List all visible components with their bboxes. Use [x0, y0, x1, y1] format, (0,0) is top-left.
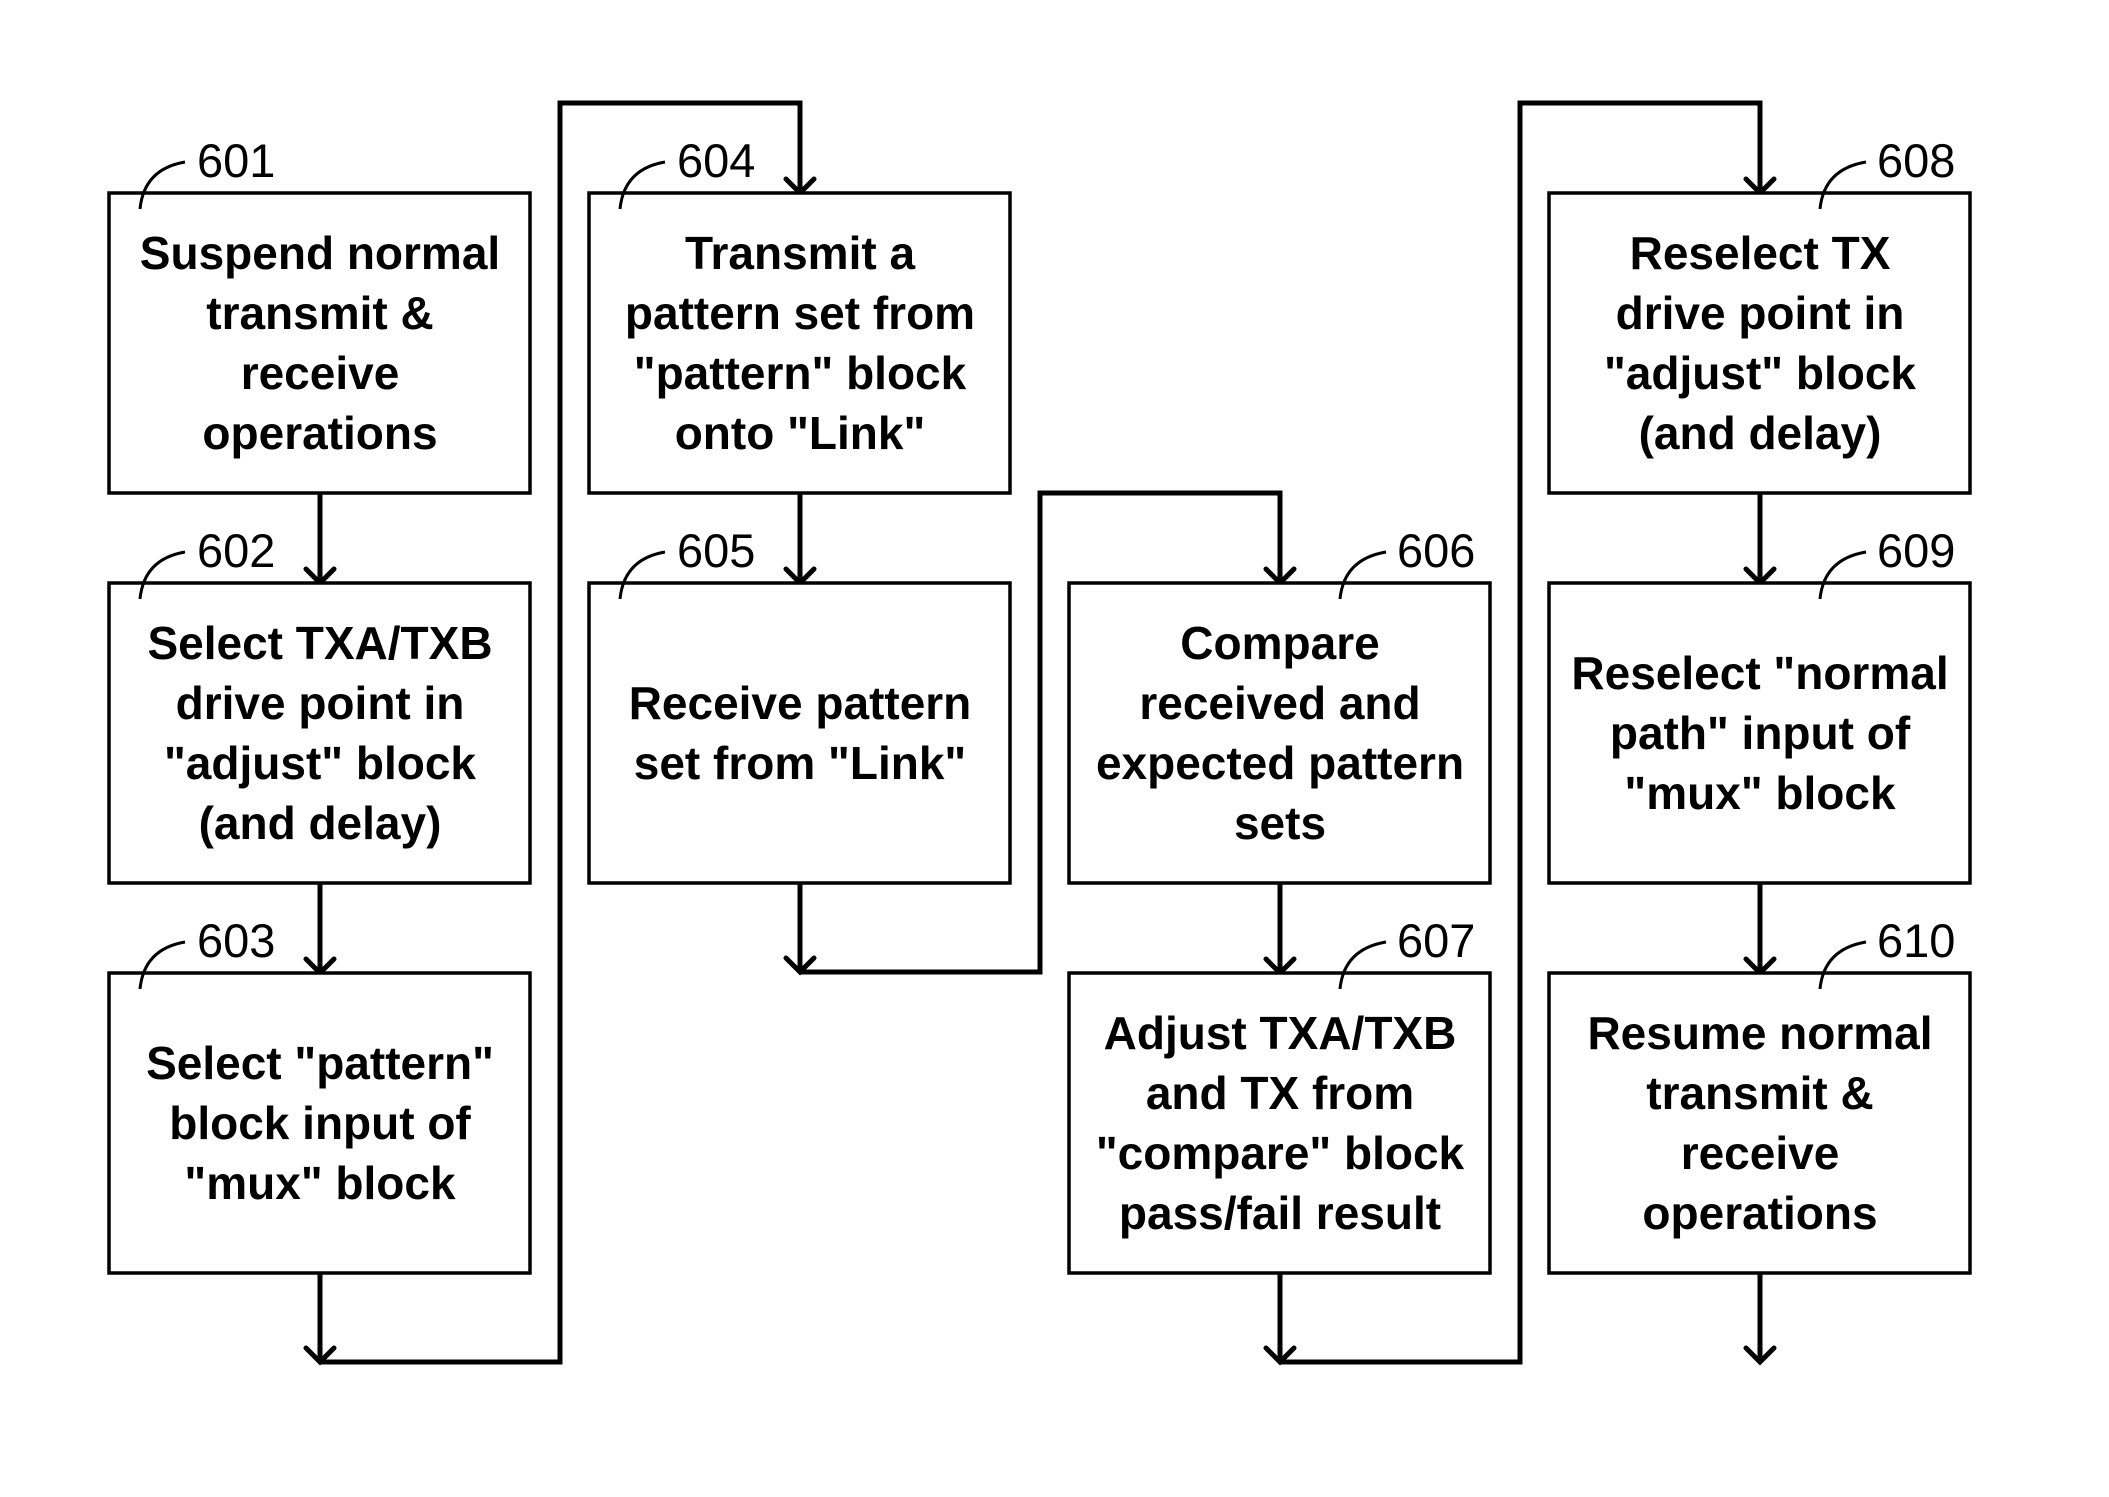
step-text-line: Select "pattern" — [146, 1037, 494, 1089]
step-text-line: (and delay) — [1639, 407, 1882, 459]
step-text-line: (and delay) — [199, 797, 442, 849]
step-text-line: pattern set from — [625, 287, 975, 339]
reference-numeral: 607 — [1397, 914, 1475, 967]
step-text-line: "pattern" block — [634, 347, 967, 399]
step-601: Suspend normal transmit & receive operation… — [107, 134, 532, 495]
step-text-line: "mux" block — [184, 1157, 456, 1209]
step-text-line: operations — [202, 407, 437, 459]
step-text-line: expected pattern — [1096, 737, 1464, 789]
reference-numeral: 606 — [1397, 524, 1475, 577]
reference-numeral: 605 — [677, 524, 755, 577]
step-text-line: drive point in — [176, 677, 465, 729]
reference-numeral: 610 — [1877, 914, 1955, 967]
step-text-line: block input of — [169, 1097, 471, 1149]
step-text-line: path" input of — [1610, 707, 1911, 759]
reference-numeral: 608 — [1877, 134, 1955, 187]
reference-numeral: 603 — [197, 914, 275, 967]
step-text-line: transmit & — [1646, 1067, 1873, 1119]
step-text-line: "compare" block — [1096, 1127, 1465, 1179]
step-text-line: "adjust" block — [1604, 347, 1916, 399]
step-text-line: Select TXA/TXB — [147, 617, 492, 669]
step-text-line: and TX from — [1146, 1067, 1414, 1119]
step-text-line: receive — [1681, 1127, 1840, 1179]
step-text-line: operations — [1642, 1187, 1877, 1239]
reference-numeral: 604 — [677, 134, 755, 187]
step-text-line: sets — [1234, 797, 1326, 849]
step-text-line: "adjust" block — [164, 737, 476, 789]
step-text-line: Reselect TX — [1630, 227, 1891, 279]
step-text-line: receive — [241, 347, 400, 399]
step-box — [587, 581, 1012, 885]
step-text-line: Resume normal — [1587, 1007, 1932, 1059]
flowchart-canvas: Suspend normal transmit & receive operation… — [107, 100, 1972, 1366]
step-text-line: pass/fail result — [1119, 1187, 1441, 1239]
step-text-line: Receive pattern — [629, 677, 972, 729]
step-text-line: Adjust TXA/TXB — [1104, 1007, 1457, 1059]
step-text-line: transmit & — [206, 287, 433, 339]
step-text-line: set from "Link" — [634, 737, 966, 789]
reference-numeral: 602 — [197, 524, 275, 577]
reference-numeral: 601 — [197, 134, 275, 187]
step-text-line: onto "Link" — [675, 407, 926, 459]
reference-numeral: 609 — [1877, 524, 1955, 577]
step-text-line: Compare — [1180, 617, 1379, 669]
step-text-line: drive point in — [1616, 287, 1905, 339]
step-text-line: Suspend normal — [140, 227, 500, 279]
step-text-line: Transmit a — [685, 227, 916, 279]
step-text-line: received and — [1139, 677, 1420, 729]
step-text-line: Reselect "normal — [1571, 647, 1948, 699]
step-text-line: "mux" block — [1624, 767, 1896, 819]
